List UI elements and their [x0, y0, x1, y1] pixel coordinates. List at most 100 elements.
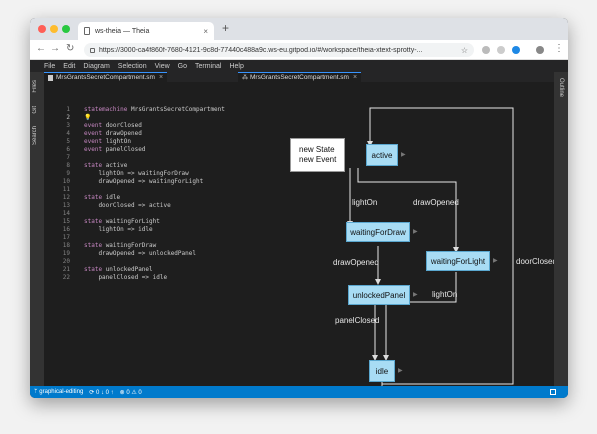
code-area[interactable]: 1 statemachine MrsGrantsSecretCompartment…: [44, 106, 225, 282]
line-number: 15: [62, 218, 70, 225]
line-number: 10: [62, 178, 70, 185]
state-idle[interactable]: idle: [369, 360, 395, 382]
lock-icon: [90, 47, 95, 53]
expand-arrow-icon[interactable]: ▶: [398, 367, 403, 374]
code-token: drawOpened: [105, 130, 142, 137]
code-token: event: [84, 138, 106, 145]
new-tab-button[interactable]: +: [222, 21, 229, 35]
sync-status[interactable]: ⟳ 0 ↓ 0 ↑: [89, 389, 113, 396]
browser-menu-icon[interactable]: ⋮: [554, 43, 564, 54]
code-token: state: [84, 162, 106, 169]
expand-arrow-icon[interactable]: ▶: [413, 228, 418, 235]
back-icon[interactable]: ←: [36, 43, 46, 54]
bookmark-star-icon[interactable]: ☆: [461, 46, 468, 55]
expand-arrow-icon[interactable]: ▶: [413, 291, 418, 298]
line-number: 1: [66, 106, 70, 113]
code-token: idle: [105, 194, 121, 201]
browser-tab[interactable]: ws-theia — Theia ×: [78, 22, 214, 40]
state-waiting-for-draw[interactable]: waitingForDraw: [346, 222, 410, 242]
menu-view[interactable]: View: [155, 63, 170, 70]
code-token: event: [84, 130, 106, 137]
editor-tab-label: MrsGrantsSecretCompartment.sm: [56, 74, 155, 81]
code-line[interactable]: 10 drawOpened => waitingForLight: [44, 178, 225, 186]
state-waiting-for-light[interactable]: waitingForLight: [426, 251, 490, 271]
close-window-button[interactable]: [38, 25, 46, 33]
code-line[interactable]: 17: [44, 234, 225, 242]
notifications-icon[interactable]: [550, 389, 556, 395]
code-line[interactable]: 3 event doorClosed: [44, 122, 225, 130]
code-line[interactable]: 22 panelClosed => idle: [44, 274, 225, 282]
code-line[interactable]: 2 💡: [44, 114, 225, 122]
extension-icon[interactable]: [482, 46, 490, 54]
code-line[interactable]: 20: [44, 258, 225, 266]
url-field[interactable]: https://3000-ca4f860f-7680-4121-9c8d-774…: [84, 43, 474, 57]
code-line[interactable]: 16 lightOn => idle: [44, 226, 225, 234]
menu-diagram[interactable]: Diagram: [83, 63, 109, 70]
menu-selection[interactable]: Selection: [118, 63, 147, 70]
code-line[interactable]: 18 state waitingForDraw: [44, 242, 225, 250]
line-number: 12: [62, 194, 70, 201]
line-number: 22: [62, 274, 70, 281]
close-editor-tab-icon[interactable]: ×: [159, 74, 163, 81]
edge-label-panelclosed: panelClosed: [335, 316, 380, 325]
new-event-tool[interactable]: new Event: [299, 155, 336, 165]
minimize-window-button[interactable]: [50, 25, 58, 33]
expand-arrow-icon[interactable]: ▶: [401, 151, 406, 158]
edge-label-drawopened: drawOpened: [333, 258, 379, 267]
search-view-tab[interactable]: Search: [32, 126, 38, 145]
code-token: waitingForDraw: [105, 242, 157, 249]
code-line[interactable]: 21 state unlockedPanel: [44, 266, 225, 274]
code-token: lightOn: [105, 138, 131, 145]
url-text: https://3000-ca4f860f-7680-4121-9c8d-774…: [99, 46, 423, 54]
code-line[interactable]: 12 state idle: [44, 194, 225, 202]
code-line[interactable]: 15 state waitingForLight: [44, 218, 225, 226]
code-line[interactable]: 6 event panelClosed: [44, 146, 225, 154]
lightbulb-icon[interactable]: 💡: [84, 114, 91, 122]
code-token: drawOpened => unlockedPanel: [84, 250, 196, 257]
maximize-window-button[interactable]: [62, 25, 70, 33]
menu-terminal[interactable]: Terminal: [195, 63, 221, 70]
line-number: 20: [62, 258, 70, 265]
code-line[interactable]: 4 event drawOpened: [44, 130, 225, 138]
code-line[interactable]: 9 lightOn => waitingForDraw: [44, 170, 225, 178]
outline-view-tab[interactable]: Outline: [558, 78, 564, 97]
line-number: 11: [62, 186, 70, 193]
code-line[interactable]: 8 state active: [44, 162, 225, 170]
code-line[interactable]: 14: [44, 210, 225, 218]
extension-icon[interactable]: [512, 46, 520, 54]
code-line[interactable]: 13 doorClosed => active: [44, 202, 225, 210]
menu-edit[interactable]: Edit: [63, 63, 75, 70]
browser-tab-title: ws-theia — Theia: [95, 27, 150, 35]
menu-help[interactable]: Help: [229, 63, 243, 70]
extension-icon[interactable]: [497, 46, 505, 54]
close-tab-icon[interactable]: ×: [203, 27, 208, 36]
code-line[interactable]: 19 drawOpened => unlockedPanel: [44, 250, 225, 258]
code-token: lightOn => waitingForDraw: [84, 170, 189, 177]
status-bar: ᛘ graphical-editing ⟳ 0 ↓ 0 ↑ ⊗ 0 ⚠ 0: [30, 386, 568, 398]
code-token: MrsGrantsSecretCompartment: [130, 106, 225, 113]
code-line[interactable]: 1 statemachine MrsGrantsSecretCompartment: [44, 106, 225, 114]
files-view-tab[interactable]: Files: [32, 80, 38, 93]
line-number: 2: [66, 114, 70, 121]
git-branch-status[interactable]: ᛘ graphical-editing: [34, 389, 83, 395]
code-line[interactable]: 7: [44, 154, 225, 162]
forward-icon[interactable]: →: [50, 43, 60, 54]
line-number: 14: [62, 210, 70, 217]
edge-label-doorclosed: doorClosed: [516, 257, 557, 266]
profile-avatar[interactable]: [536, 46, 544, 54]
diagram-view: ⁂ MrsGrantsSecretCompartment.sm × new St…: [238, 72, 557, 386]
menu-bar: File Edit Diagram Selection View Go Term…: [30, 60, 568, 72]
code-line[interactable]: 5 event lightOn: [44, 138, 225, 146]
expand-arrow-icon[interactable]: ▶: [493, 257, 498, 264]
code-token: state: [84, 242, 106, 249]
state-unlocked-panel[interactable]: unlockedPanel: [348, 285, 410, 305]
problems-status[interactable]: ⊗ 0 ⚠ 0: [120, 389, 142, 396]
code-line[interactable]: 11: [44, 186, 225, 194]
state-active[interactable]: active: [366, 144, 398, 166]
menu-go[interactable]: Go: [178, 63, 187, 70]
new-state-tool[interactable]: new State: [299, 145, 336, 155]
menu-file[interactable]: File: [44, 63, 55, 70]
reload-icon[interactable]: ↻: [66, 43, 74, 54]
editor-tab[interactable]: MrsGrantsSecretCompartment.sm ×: [44, 72, 168, 82]
git-view-tab[interactable]: Git: [32, 106, 38, 114]
